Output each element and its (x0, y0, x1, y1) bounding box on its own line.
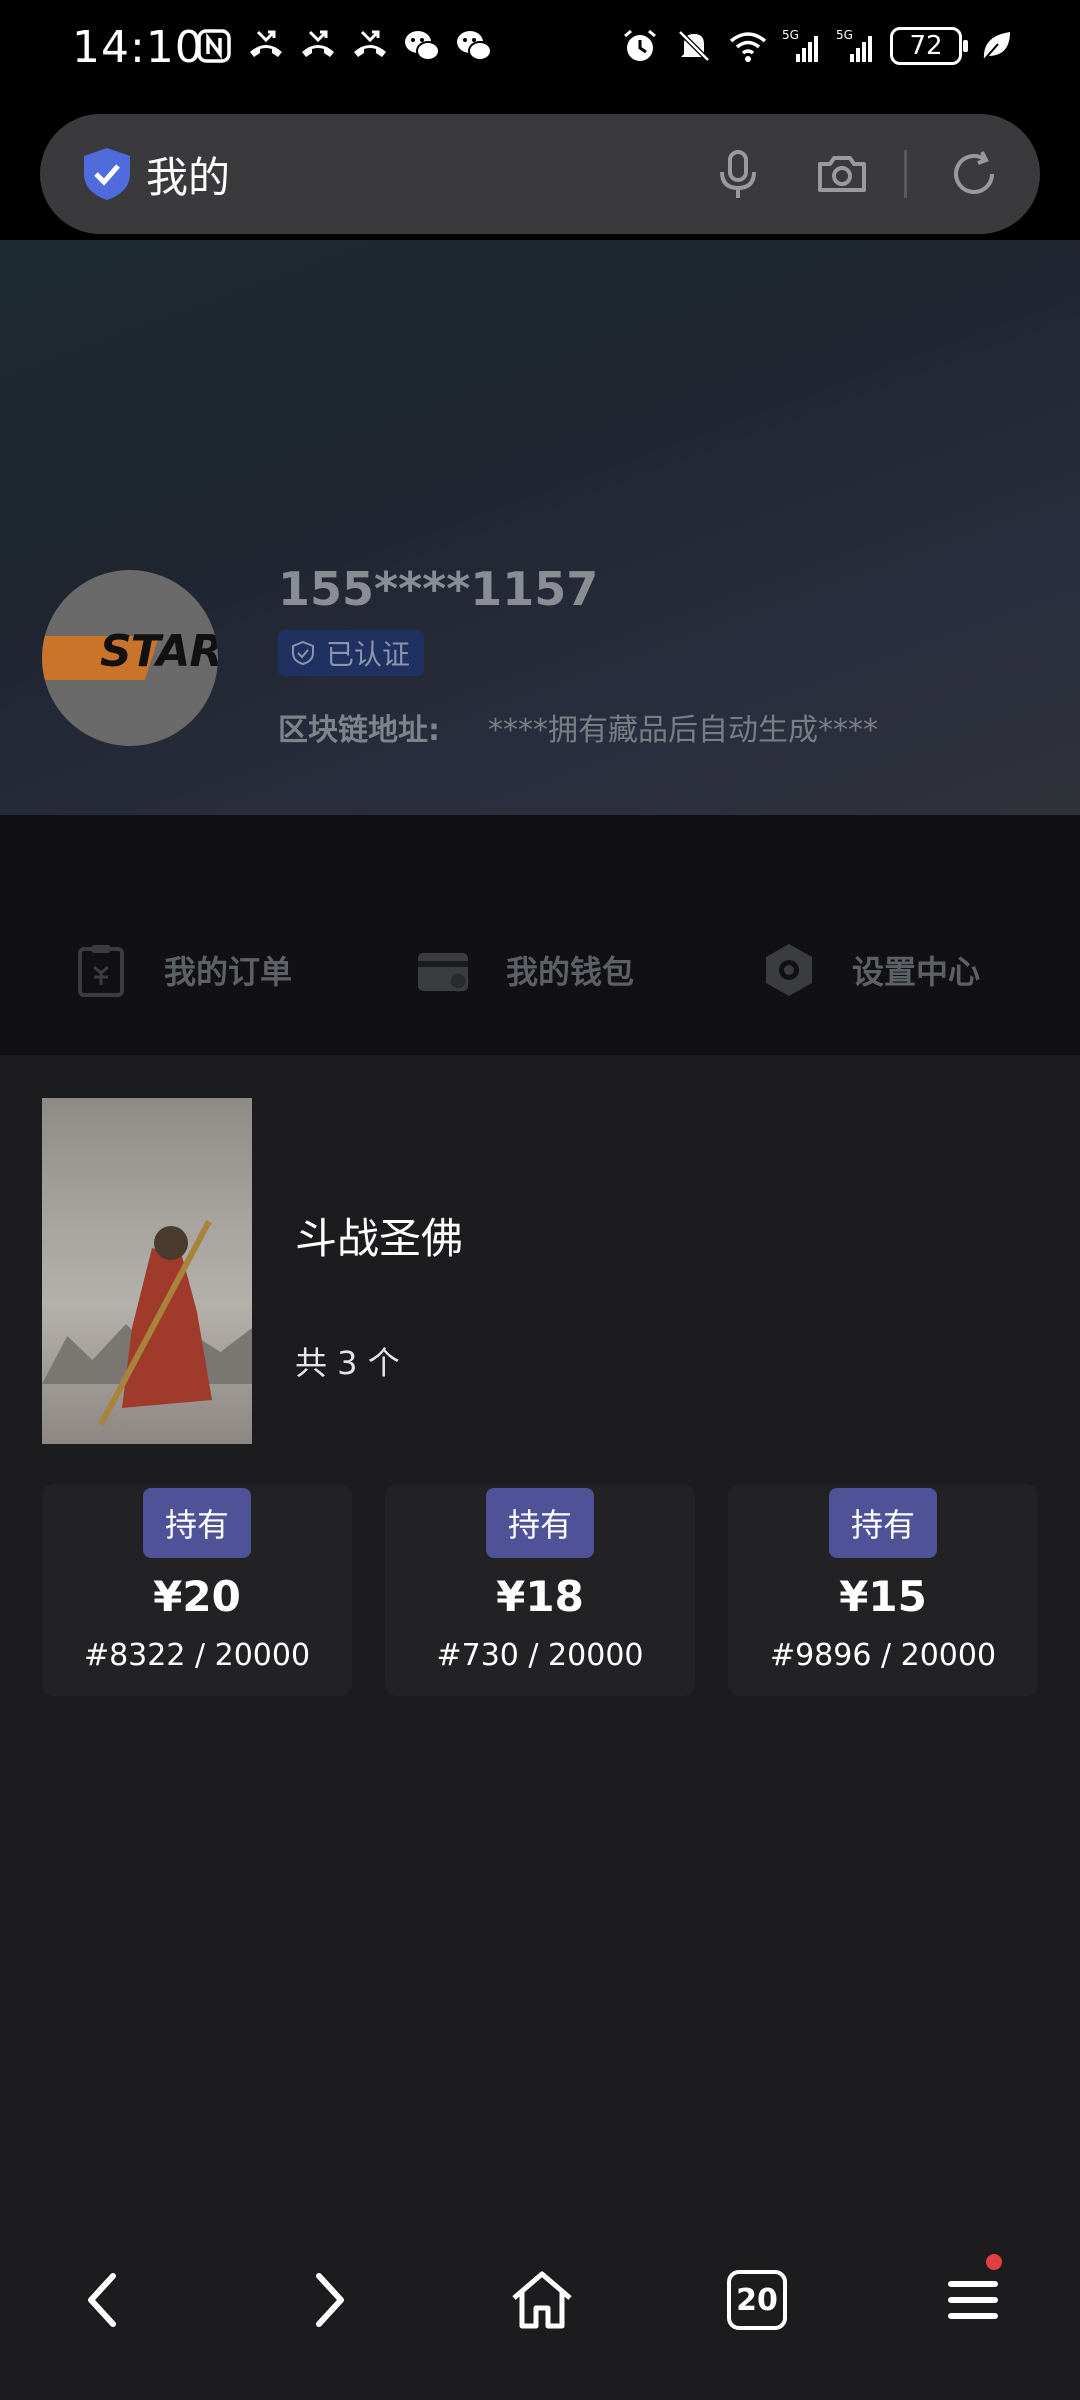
address-bar[interactable]: 我的 (40, 114, 1040, 234)
menu-icon (948, 2281, 998, 2319)
item-price: ¥18 (496, 1572, 584, 1621)
tabs-button[interactable]: 20 (702, 2240, 812, 2360)
status-badge: 持有 (486, 1488, 594, 1558)
menu-button[interactable] (918, 2240, 1028, 2360)
wifi-icon (728, 26, 768, 66)
browser-toolbar: 我的 (0, 104, 1080, 240)
settings-icon (766, 944, 812, 996)
toolbar-divider (904, 150, 907, 198)
order-icon (78, 945, 124, 997)
avatar[interactable]: STAR (42, 570, 218, 746)
collection-image[interactable] (42, 1098, 252, 1444)
status-badge: 持有 (143, 1488, 251, 1558)
browser-bottom-nav: 20 (0, 2240, 1080, 2400)
chevron-right-icon (316, 2273, 344, 2327)
collection-item-card[interactable]: 持有 ¥20 #8322 / 20000 (42, 1484, 352, 1696)
microphone-icon[interactable] (708, 144, 768, 204)
nav-my-orders[interactable]: 我的订单 (72, 935, 292, 1005)
leaf-icon (976, 26, 1016, 66)
back-button[interactable] (50, 2240, 160, 2360)
shield-check-icon (292, 640, 314, 666)
avatar-logo-text: STAR (100, 626, 218, 677)
item-serial: #9896 / 20000 (769, 1638, 997, 1673)
verified-label: 已认证 (326, 638, 411, 671)
shield-icon (80, 146, 134, 202)
svg-text:5G: 5G (836, 28, 853, 42)
wallet-icon (418, 953, 469, 992)
chain-address-value: ****拥有藏品后自动生成**** (488, 713, 878, 748)
nav-my-wallet[interactable]: 我的钱包 (414, 935, 634, 1005)
missed-call-icon (298, 26, 338, 66)
nav-settings-center[interactable]: 设置中心 (760, 935, 980, 1005)
missed-call-icon (350, 26, 390, 66)
collection-title: 斗战圣佛 (295, 1214, 464, 1263)
chain-address-label: 区块链地址: (278, 713, 440, 748)
wechat-icon (454, 26, 494, 66)
signal-5g-icon: 5G (782, 26, 822, 66)
profile-header: STAR 155****1157 已认证 区块链地址: ****拥有藏品后自动生… (0, 240, 1080, 815)
home-button[interactable] (487, 2240, 597, 2360)
mute-icon (674, 26, 714, 66)
camera-icon[interactable] (812, 144, 872, 204)
nfc-icon (194, 26, 234, 66)
item-serial: #8322 / 20000 (83, 1638, 311, 1673)
notification-icons (194, 26, 494, 66)
item-serial: #730 / 20000 (436, 1638, 644, 1673)
user-phone: 155****1157 (278, 562, 599, 616)
tabs-count: 20 (727, 2270, 787, 2330)
status-time: 14:10 (72, 22, 204, 73)
battery-indicator: 72 (890, 27, 968, 65)
item-price: ¥20 (153, 1572, 241, 1621)
item-price: ¥15 (839, 1572, 927, 1621)
refresh-icon[interactable] (944, 144, 1004, 204)
status-badge: 持有 (829, 1488, 937, 1558)
home-icon (512, 2271, 572, 2329)
status-bar: 14:10 5G 5G 72 (0, 0, 1080, 104)
signal-5g-icon: 5G (836, 26, 876, 66)
notification-dot (986, 2254, 1002, 2270)
forward-button[interactable] (272, 2240, 382, 2360)
nav-label-orders: 我的订单 (164, 953, 293, 991)
nav-label-wallet: 我的钱包 (506, 953, 635, 991)
verified-badge: 已认证 (278, 630, 425, 676)
alarm-icon (620, 26, 660, 66)
image-figure-head (154, 1226, 188, 1260)
collection-count: 共 3 个 (295, 1344, 400, 1382)
collection-item-card[interactable]: 持有 ¥18 #730 / 20000 (385, 1484, 695, 1696)
chevron-left-icon (88, 2273, 116, 2327)
collection-item-card[interactable]: 持有 ¥15 #9896 / 20000 (728, 1484, 1038, 1696)
svg-text:5G: 5G (782, 28, 799, 42)
address-text[interactable]: 我的 (146, 144, 230, 205)
quick-nav: 我的订单 我的钱包 设置中心 (0, 815, 1080, 1055)
missed-call-icon (246, 26, 286, 66)
nav-label-settings: 设置中心 (852, 953, 981, 991)
system-icons: 5G 5G 72 (620, 26, 1016, 66)
wechat-icon (402, 26, 442, 66)
